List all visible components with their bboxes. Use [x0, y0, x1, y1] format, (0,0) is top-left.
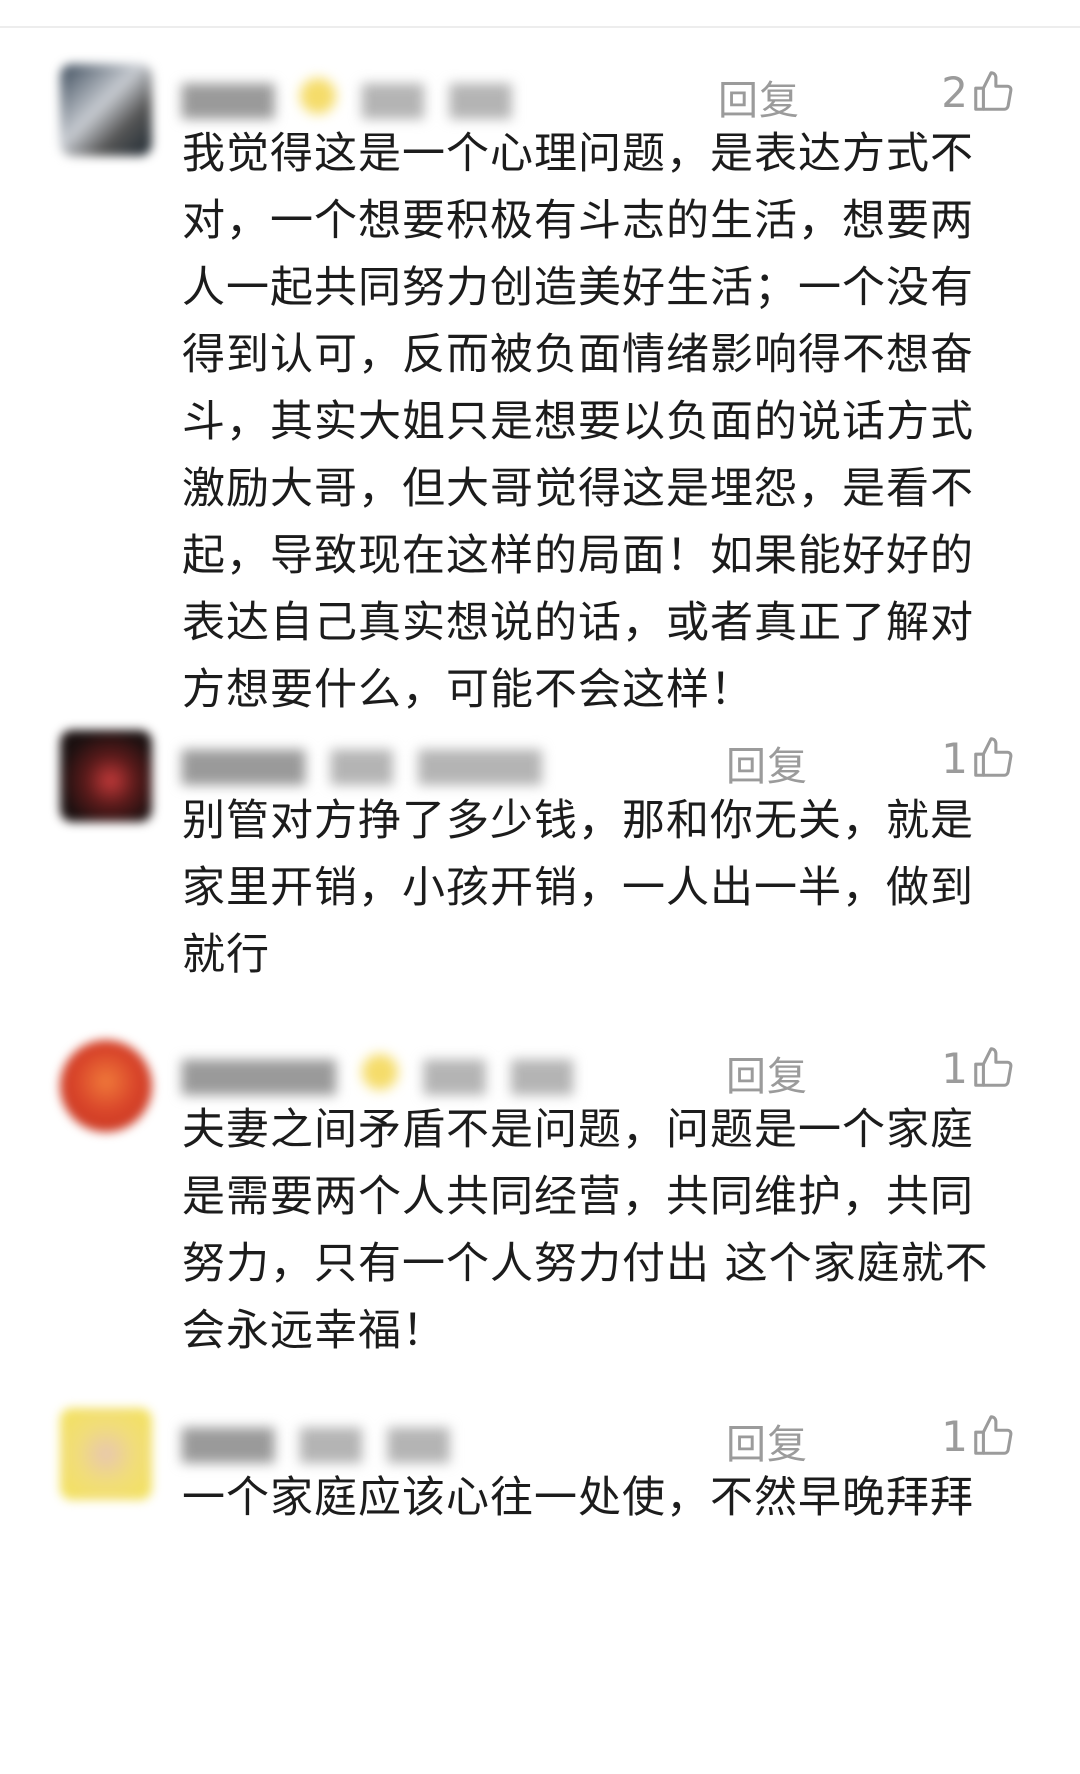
like-count: 1 [941, 1043, 968, 1093]
like-count: 1 [941, 1411, 968, 1461]
avatar[interactable] [60, 1040, 152, 1132]
comment-text: 别管对方挣了多少钱，那和你无关，就是家里开销，小孩开销，一人出一半，做到就行 [182, 796, 974, 980]
comment-meta-redacted: ▆▆▆▆▆ ▆▆ ▆▆ [182, 1049, 573, 1095]
username-redacted[interactable]: ▆▆▆▆ [182, 739, 305, 785]
username-redacted[interactable]: ▆▆▆▆▆ [182, 1049, 336, 1095]
avatar[interactable] [60, 1408, 152, 1500]
avatar[interactable] [60, 64, 152, 156]
time-redacted: ▆▆ [511, 1049, 573, 1095]
time-redacted: ▆▆ [387, 1417, 450, 1463]
username-redacted[interactable]: ▆▆▆ [182, 1417, 274, 1463]
location-redacted: ▆▆ [300, 1417, 362, 1463]
comment-text: 我觉得这是一个心理问题，是表达方式不对，一个想要积极有斗志的生活，想要两人一起共… [182, 129, 974, 715]
location-redacted: ▆▆ [331, 739, 393, 785]
comment-list: ▆▆▆ ▆▆ ▆▆ 回复 2 我觉得这是一个心理问题，是表达方式不对，一个想要积… [0, 0, 1080, 1774]
time-redacted: ▆▆ [449, 73, 512, 119]
reply-button[interactable]: 回复 [718, 68, 800, 126]
avatar[interactable] [60, 730, 152, 822]
comment-text: 一个家庭应该心往一处使，不然早晚拜拜 [182, 1473, 974, 1523]
like-count: 2 [941, 67, 968, 117]
time-redacted: ▆▆▆▆ [418, 739, 542, 785]
thumbs-up-icon [974, 1047, 1013, 1087]
like-button[interactable]: 2 [941, 64, 1016, 120]
like-count: 1 [941, 733, 968, 783]
like-button[interactable]: 1 [941, 1040, 1016, 1096]
reply-button[interactable]: 回复 [726, 1044, 808, 1102]
reply-button[interactable]: 回复 [726, 734, 808, 792]
reply-button[interactable]: 回复 [726, 1412, 808, 1470]
comment-meta-redacted: ▆▆▆▆ ▆▆ ▆▆▆▆ [182, 739, 542, 785]
location-redacted: ▆▆ [362, 73, 424, 119]
user-badge-redacted [300, 78, 337, 114]
user-badge-redacted [361, 1054, 398, 1090]
comment-text: 夫妻之间矛盾不是问题，问题是一个家庭是需要两个人共同经营，共同维护，共同努力，只… [182, 1105, 989, 1356]
like-button[interactable]: 1 [941, 1408, 1016, 1464]
location-redacted: ▆▆ [423, 1049, 486, 1095]
comment-meta-redacted: ▆▆▆ ▆▆ ▆▆ [182, 73, 512, 119]
comment-meta-redacted: ▆▆▆ ▆▆ ▆▆ [182, 1417, 450, 1463]
thumbs-up-icon [974, 1415, 1013, 1455]
thumbs-up-icon [974, 737, 1013, 777]
like-button[interactable]: 1 [941, 730, 1016, 786]
username-redacted[interactable]: ▆▆▆ [182, 73, 274, 119]
thumbs-up-icon [974, 71, 1013, 111]
